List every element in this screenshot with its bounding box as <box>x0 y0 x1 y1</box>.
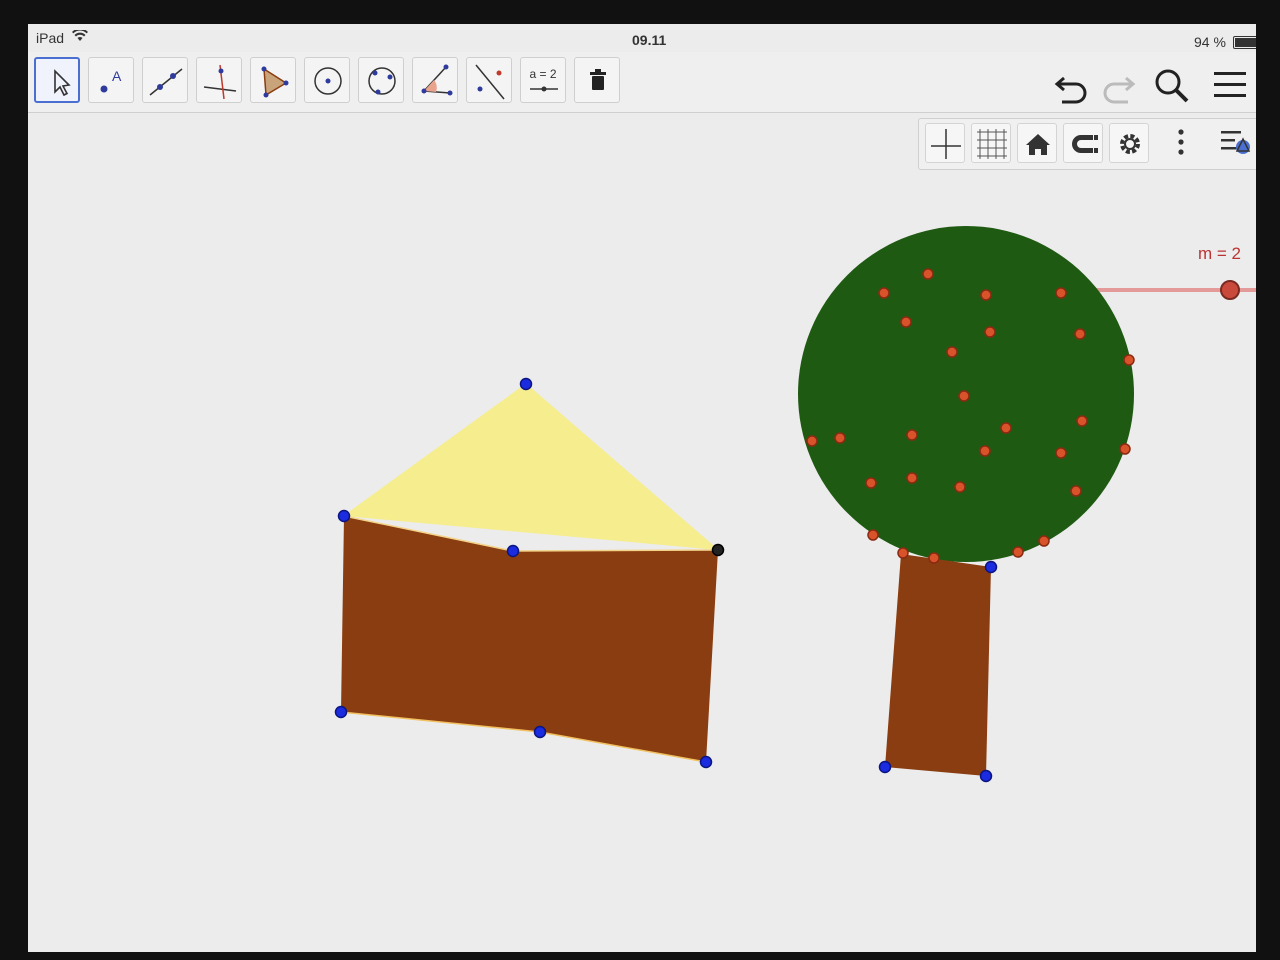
point[interactable] <box>984 560 998 574</box>
apple-point[interactable] <box>878 287 890 299</box>
undo-icon <box>1054 76 1087 104</box>
apple-point[interactable] <box>928 552 940 564</box>
apple-point[interactable] <box>1038 535 1050 547</box>
device-name: iPad <box>36 30 65 46</box>
apple-point[interactable] <box>946 346 958 358</box>
point[interactable] <box>337 509 351 523</box>
apple-point[interactable] <box>1055 447 1067 459</box>
apple-point[interactable] <box>867 529 879 541</box>
apple-point[interactable] <box>1000 422 1012 434</box>
point-icon: A <box>100 68 122 93</box>
polygon-icon <box>261 66 289 98</box>
more-button[interactable] <box>1159 123 1199 163</box>
reflect-tool-button[interactable] <box>466 57 512 103</box>
gear-icon <box>1120 134 1140 154</box>
move-tool-button[interactable] <box>34 57 80 103</box>
point-tool-label: A <box>112 68 122 84</box>
apple-point[interactable] <box>979 445 991 457</box>
circle-center-tool-button[interactable] <box>304 57 350 103</box>
menu-button[interactable] <box>1210 66 1250 106</box>
polygon-tool-button[interactable] <box>250 57 296 103</box>
tree-trunk <box>885 554 991 776</box>
reflect-icon <box>475 64 505 100</box>
apple-point[interactable] <box>900 316 912 328</box>
home-icon <box>1026 134 1050 155</box>
wifi-icon <box>72 28 88 45</box>
main-toolbar: A a = 2 <box>28 52 1256 113</box>
line-icon <box>149 68 183 96</box>
slider-icon <box>530 86 558 92</box>
apple-point[interactable] <box>834 432 846 444</box>
point[interactable] <box>334 705 348 719</box>
point-tool-button[interactable]: A <box>88 57 134 103</box>
point-capturing-button[interactable] <box>1063 123 1103 163</box>
slider-label: m = 2 <box>1198 244 1241 263</box>
apple-point[interactable] <box>1074 328 1086 340</box>
trash-icon <box>590 69 606 90</box>
point[interactable] <box>979 769 993 783</box>
circle-three-points-tool-button[interactable] <box>358 57 404 103</box>
point[interactable] <box>699 755 713 769</box>
ipad-screen: m = 2 iPad 09.11 94 % A a = 2 <box>28 24 1256 952</box>
apple-point[interactable] <box>1070 485 1082 497</box>
point[interactable] <box>533 725 547 739</box>
toggle-axes-button[interactable] <box>925 123 965 163</box>
apple-point[interactable] <box>1012 546 1024 558</box>
clock: 09.11 <box>632 32 667 48</box>
apple-point[interactable] <box>958 390 970 402</box>
style-bar-icon <box>1221 131 1251 154</box>
search-button[interactable] <box>1152 66 1192 106</box>
point[interactable] <box>878 760 892 774</box>
roof-triangle <box>344 384 718 550</box>
apple-point[interactable] <box>1123 354 1135 366</box>
apple-point[interactable] <box>954 481 966 493</box>
menu-icon <box>1214 72 1246 97</box>
apple-point[interactable] <box>984 326 996 338</box>
toggle-grid-button[interactable] <box>971 123 1011 163</box>
axes-icon <box>931 129 961 159</box>
angle-icon <box>421 64 453 96</box>
search-icon <box>1155 69 1189 103</box>
point[interactable] <box>506 544 520 558</box>
magnet-icon <box>1072 135 1098 153</box>
battery-percent: 94 % <box>1194 34 1226 50</box>
redo-icon <box>1103 76 1136 104</box>
perpendicular-tool-button[interactable] <box>196 57 242 103</box>
delete-tool-button[interactable] <box>574 57 620 103</box>
more-vertical-icon <box>1178 129 1184 155</box>
line-tool-button[interactable] <box>142 57 188 103</box>
circle-three-points-icon <box>368 67 396 95</box>
apple-point[interactable] <box>1055 287 1067 299</box>
cursor-arrow-icon <box>54 69 71 97</box>
point[interactable] <box>519 377 533 391</box>
apple-point[interactable] <box>897 547 909 559</box>
house-wall <box>341 516 718 762</box>
perpendicular-line-icon <box>203 64 237 100</box>
slider-tool-button[interactable]: a = 2 <box>520 57 566 103</box>
apple-point[interactable] <box>906 472 918 484</box>
redo-button[interactable] <box>1098 66 1138 106</box>
status-bar: iPad 09.11 94 % <box>28 24 1256 52</box>
apple-point[interactable] <box>1076 415 1088 427</box>
battery-icon <box>1233 36 1256 49</box>
style-bar-toggle[interactable] <box>1215 123 1255 163</box>
settings-button[interactable] <box>1109 123 1149 163</box>
apple-point[interactable] <box>1119 443 1131 455</box>
apple-point[interactable] <box>980 289 992 301</box>
circle-center-icon <box>314 67 342 95</box>
graphics-style-bar <box>918 118 1256 170</box>
undo-button[interactable] <box>1052 66 1092 106</box>
grid-icon <box>977 129 1007 159</box>
angle-tool-button[interactable] <box>412 57 458 103</box>
point[interactable] <box>711 543 725 557</box>
slider-handle <box>1220 280 1240 300</box>
apple-point[interactable] <box>906 429 918 441</box>
standard-view-button[interactable] <box>1017 123 1057 163</box>
apple-point[interactable] <box>922 268 934 280</box>
apple-point[interactable] <box>806 435 818 447</box>
apple-point[interactable] <box>865 477 877 489</box>
